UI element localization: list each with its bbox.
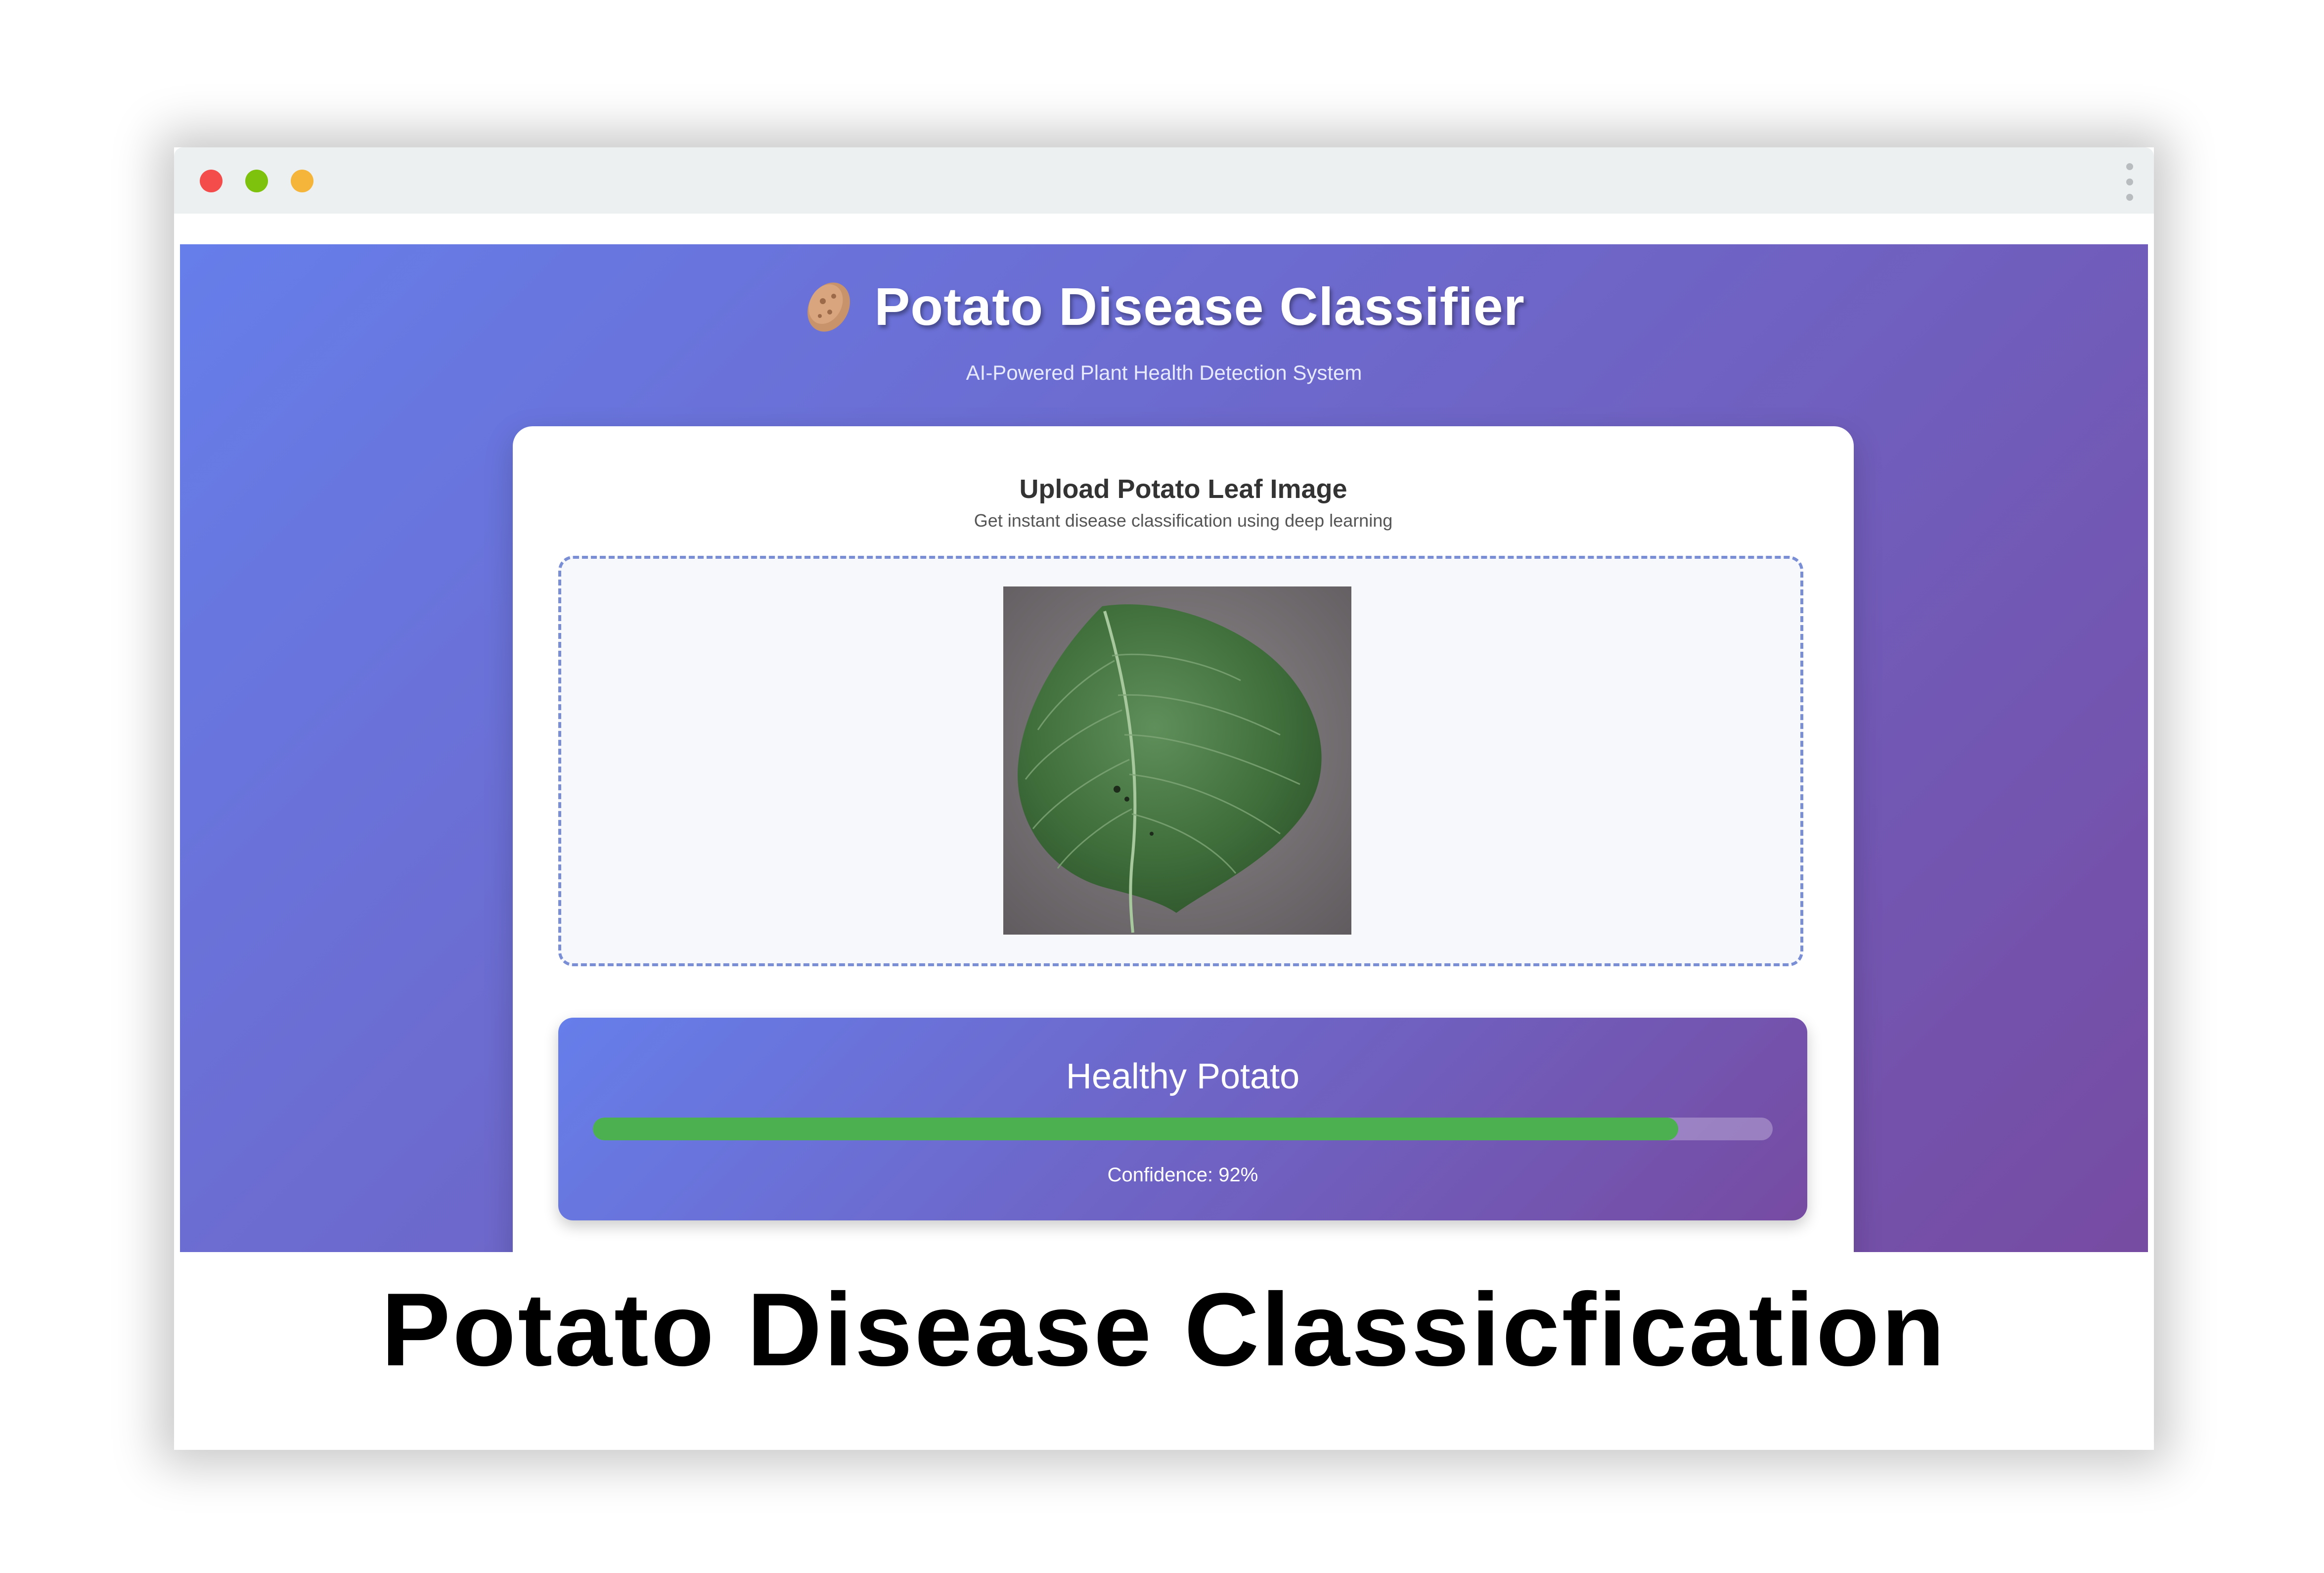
more-menu-icon[interactable] (2126, 163, 2133, 201)
browser-window: Potato Disease Classifier AI-Powered Pla… (174, 147, 2154, 1450)
prediction-result: Healthy Potato Confidence: 92% (558, 1018, 1807, 1220)
upload-subtitle: Get instant disease classification using… (974, 510, 1393, 531)
image-drop-zone[interactable] (558, 556, 1803, 966)
uploaded-leaf-image (1003, 586, 1351, 935)
app-title-row: Potato Disease Classifier (180, 274, 2148, 338)
browser-title-bar (174, 147, 2154, 214)
maximize-window-button[interactable] (245, 170, 268, 192)
upload-card: Upload Potato Leaf Image Get instant dis… (513, 426, 1854, 1252)
confidence-bar (593, 1118, 1773, 1140)
confidence-bar-fill (593, 1118, 1679, 1140)
minimize-window-button[interactable] (291, 170, 313, 192)
image-caption: Potato Disease Classicfication (381, 1271, 1947, 1388)
page-viewport: Potato Disease Classifier AI-Powered Pla… (180, 244, 2148, 1252)
upload-title: Upload Potato Leaf Image (1019, 474, 1347, 504)
confidence-text: Confidence: 92% (1107, 1164, 1258, 1186)
prediction-label: Healthy Potato (1066, 1057, 1300, 1096)
potato-icon (803, 276, 854, 336)
app-header: Potato Disease Classifier AI-Powered Pla… (180, 274, 2148, 385)
app-subtitle: AI-Powered Plant Health Detection System (966, 361, 1362, 384)
app-title: Potato Disease Classifier (874, 276, 1525, 336)
close-window-button[interactable] (200, 170, 223, 192)
